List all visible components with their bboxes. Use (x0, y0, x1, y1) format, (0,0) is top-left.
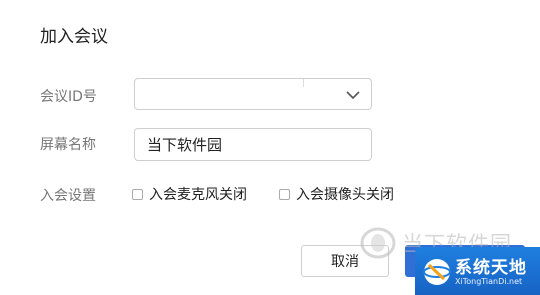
mute-mic-checkbox[interactable] (132, 188, 143, 200)
chevron-down-icon[interactable] (345, 87, 361, 101)
meeting-id-input[interactable] (135, 79, 335, 109)
combo-divider (303, 79, 304, 87)
dialog-title: 加入会议 (40, 27, 108, 47)
mute-mic-label: 入会麦克风关闭 (149, 187, 247, 203)
mute-mic-option[interactable]: 入会麦克风关闭 (132, 184, 247, 204)
meeting-id-combobox[interactable] (134, 78, 372, 110)
camera-off-label: 入会摄像头关闭 (296, 187, 394, 203)
watermark-badge-url: XiTongTianDi.net (455, 277, 523, 286)
join-settings-label: 入会设置 (40, 188, 96, 204)
camera-off-checkbox[interactable] (279, 188, 290, 200)
meeting-id-label: 会议ID号 (40, 89, 97, 105)
cancel-button[interactable]: 取消 (301, 245, 389, 277)
join-button[interactable] (405, 245, 525, 277)
display-name-input[interactable] (134, 128, 372, 161)
camera-off-option[interactable]: 入会摄像头关闭 (279, 184, 394, 204)
display-name-label: 屏幕名称 (40, 137, 96, 153)
